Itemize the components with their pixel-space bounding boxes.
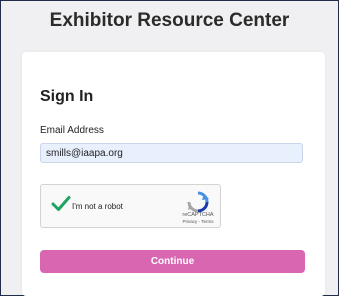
recaptcha-label: I'm not a robot [72,202,123,211]
recaptcha-logo-icon [187,191,209,213]
recaptcha-links: Privacy - Terms [176,219,220,224]
page-title: Exhibitor Resource Center [49,10,290,31]
checkmark-icon[interactable] [51,194,71,214]
signin-heading: Sign In [40,88,94,105]
privacy-link[interactable]: Privacy [183,219,198,224]
email-field[interactable] [40,143,303,163]
continue-button[interactable]: Continue [40,250,305,273]
email-label: Email Address [40,125,104,136]
terms-link[interactable]: Terms [201,219,213,224]
recaptcha-brand: reCAPTCHA [182,212,214,218]
recaptcha-widget: I'm not a robot reCAPTCHA Privacy - Term… [40,184,221,228]
